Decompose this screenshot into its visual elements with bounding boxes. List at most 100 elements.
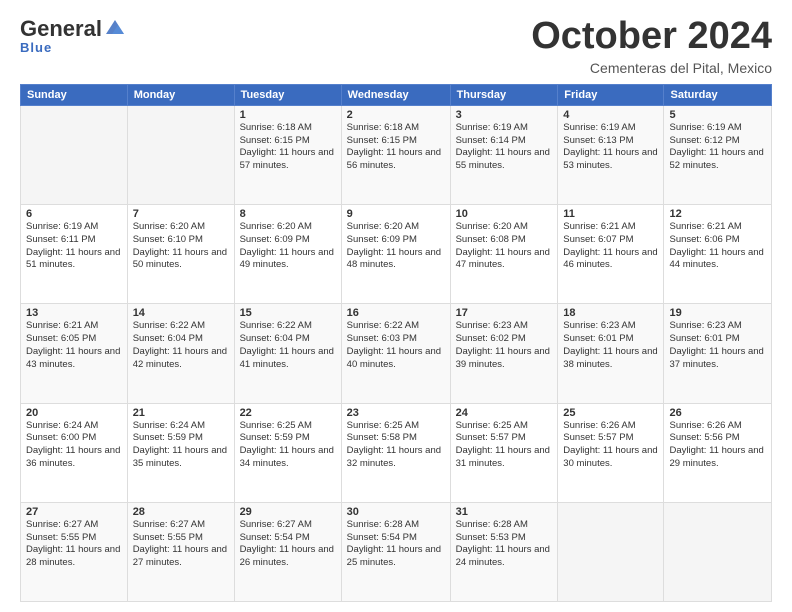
cell-info-17: Sunrise: 6:23 AM Sunset: 6:02 PM Dayligh…: [456, 320, 553, 371]
cell-5-6: [558, 502, 664, 601]
cell-2-3: 8Sunrise: 6:20 AM Sunset: 6:09 PM Daylig…: [234, 205, 341, 304]
cell-info-19: Sunrise: 6:23 AM Sunset: 6:01 PM Dayligh…: [669, 320, 766, 371]
day-number-4: 4: [563, 109, 658, 121]
day-number-22: 22: [240, 407, 336, 419]
day-number-24: 24: [456, 407, 553, 419]
cell-info-21: Sunrise: 6:24 AM Sunset: 5:59 PM Dayligh…: [133, 420, 229, 471]
day-number-18: 18: [563, 307, 658, 319]
cell-info-20: Sunrise: 6:24 AM Sunset: 6:00 PM Dayligh…: [26, 420, 122, 471]
day-number-2: 2: [347, 109, 445, 121]
calendar: Sunday Monday Tuesday Wednesday Thursday…: [20, 84, 772, 602]
cell-3-2: 14Sunrise: 6:22 AM Sunset: 6:04 PM Dayli…: [127, 304, 234, 403]
cell-info-7: Sunrise: 6:20 AM Sunset: 6:10 PM Dayligh…: [133, 221, 229, 272]
cell-5-2: 28Sunrise: 6:27 AM Sunset: 5:55 PM Dayli…: [127, 502, 234, 601]
cell-info-30: Sunrise: 6:28 AM Sunset: 5:54 PM Dayligh…: [347, 519, 445, 570]
day-number-23: 23: [347, 407, 445, 419]
cell-info-29: Sunrise: 6:27 AM Sunset: 5:54 PM Dayligh…: [240, 519, 336, 570]
day-number-21: 21: [133, 407, 229, 419]
day-number-6: 6: [26, 208, 122, 220]
cell-5-5: 31Sunrise: 6:28 AM Sunset: 5:53 PM Dayli…: [450, 502, 558, 601]
day-number-9: 9: [347, 208, 445, 220]
cell-2-7: 12Sunrise: 6:21 AM Sunset: 6:06 PM Dayli…: [664, 205, 772, 304]
cell-4-2: 21Sunrise: 6:24 AM Sunset: 5:59 PM Dayli…: [127, 403, 234, 502]
day-number-19: 19: [669, 307, 766, 319]
week-row-1: 1Sunrise: 6:18 AM Sunset: 6:15 PM Daylig…: [21, 105, 772, 204]
day-number-28: 28: [133, 506, 229, 518]
day-number-29: 29: [240, 506, 336, 518]
cell-4-6: 25Sunrise: 6:26 AM Sunset: 5:57 PM Dayli…: [558, 403, 664, 502]
calendar-header-row: Sunday Monday Tuesday Wednesday Thursday…: [21, 84, 772, 105]
cell-5-4: 30Sunrise: 6:28 AM Sunset: 5:54 PM Dayli…: [341, 502, 450, 601]
logo-blue: Blue: [20, 40, 52, 55]
cell-4-4: 23Sunrise: 6:25 AM Sunset: 5:58 PM Dayli…: [341, 403, 450, 502]
cell-info-26: Sunrise: 6:26 AM Sunset: 5:56 PM Dayligh…: [669, 420, 766, 471]
cell-info-10: Sunrise: 6:20 AM Sunset: 6:08 PM Dayligh…: [456, 221, 553, 272]
cell-1-2: [127, 105, 234, 204]
cell-2-2: 7Sunrise: 6:20 AM Sunset: 6:10 PM Daylig…: [127, 205, 234, 304]
cell-1-5: 3Sunrise: 6:19 AM Sunset: 6:14 PM Daylig…: [450, 105, 558, 204]
cell-info-23: Sunrise: 6:25 AM Sunset: 5:58 PM Dayligh…: [347, 420, 445, 471]
cell-5-3: 29Sunrise: 6:27 AM Sunset: 5:54 PM Dayli…: [234, 502, 341, 601]
day-number-12: 12: [669, 208, 766, 220]
logo-general: General: [20, 16, 102, 42]
day-number-16: 16: [347, 307, 445, 319]
day-number-20: 20: [26, 407, 122, 419]
cell-info-14: Sunrise: 6:22 AM Sunset: 6:04 PM Dayligh…: [133, 320, 229, 371]
cell-5-1: 27Sunrise: 6:27 AM Sunset: 5:55 PM Dayli…: [21, 502, 128, 601]
day-number-1: 1: [240, 109, 336, 121]
cell-info-27: Sunrise: 6:27 AM Sunset: 5:55 PM Dayligh…: [26, 519, 122, 570]
cell-4-7: 26Sunrise: 6:26 AM Sunset: 5:56 PM Dayli…: [664, 403, 772, 502]
header-saturday: Saturday: [664, 84, 772, 105]
day-number-8: 8: [240, 208, 336, 220]
cell-info-9: Sunrise: 6:20 AM Sunset: 6:09 PM Dayligh…: [347, 221, 445, 272]
cell-3-7: 19Sunrise: 6:23 AM Sunset: 6:01 PM Dayli…: [664, 304, 772, 403]
header-tuesday: Tuesday: [234, 84, 341, 105]
cell-1-1: [21, 105, 128, 204]
cell-3-3: 15Sunrise: 6:22 AM Sunset: 6:04 PM Dayli…: [234, 304, 341, 403]
day-number-7: 7: [133, 208, 229, 220]
week-row-2: 6Sunrise: 6:19 AM Sunset: 6:11 PM Daylig…: [21, 205, 772, 304]
week-row-4: 20Sunrise: 6:24 AM Sunset: 6:00 PM Dayli…: [21, 403, 772, 502]
cell-info-24: Sunrise: 6:25 AM Sunset: 5:57 PM Dayligh…: [456, 420, 553, 471]
cell-info-22: Sunrise: 6:25 AM Sunset: 5:59 PM Dayligh…: [240, 420, 336, 471]
cell-4-1: 20Sunrise: 6:24 AM Sunset: 6:00 PM Dayli…: [21, 403, 128, 502]
cell-2-1: 6Sunrise: 6:19 AM Sunset: 6:11 PM Daylig…: [21, 205, 128, 304]
header-sunday: Sunday: [21, 84, 128, 105]
header-friday: Friday: [558, 84, 664, 105]
cell-1-3: 1Sunrise: 6:18 AM Sunset: 6:15 PM Daylig…: [234, 105, 341, 204]
cell-info-3: Sunrise: 6:19 AM Sunset: 6:14 PM Dayligh…: [456, 122, 553, 173]
cell-info-1: Sunrise: 6:18 AM Sunset: 6:15 PM Dayligh…: [240, 122, 336, 173]
day-number-10: 10: [456, 208, 553, 220]
cell-5-7: [664, 502, 772, 601]
cell-info-13: Sunrise: 6:21 AM Sunset: 6:05 PM Dayligh…: [26, 320, 122, 371]
day-number-11: 11: [563, 208, 658, 220]
cell-info-2: Sunrise: 6:18 AM Sunset: 6:15 PM Dayligh…: [347, 122, 445, 173]
cell-info-28: Sunrise: 6:27 AM Sunset: 5:55 PM Dayligh…: [133, 519, 229, 570]
day-number-26: 26: [669, 407, 766, 419]
page: General Blue October 2024 Cementeras del…: [0, 0, 792, 612]
day-number-5: 5: [669, 109, 766, 121]
cell-4-5: 24Sunrise: 6:25 AM Sunset: 5:57 PM Dayli…: [450, 403, 558, 502]
month-title: October 2024: [531, 16, 772, 58]
cell-2-4: 9Sunrise: 6:20 AM Sunset: 6:09 PM Daylig…: [341, 205, 450, 304]
day-number-3: 3: [456, 109, 553, 121]
week-row-3: 13Sunrise: 6:21 AM Sunset: 6:05 PM Dayli…: [21, 304, 772, 403]
title-block: October 2024 Cementeras del Pital, Mexic…: [531, 16, 772, 76]
day-number-14: 14: [133, 307, 229, 319]
cell-info-5: Sunrise: 6:19 AM Sunset: 6:12 PM Dayligh…: [669, 122, 766, 173]
cell-info-25: Sunrise: 6:26 AM Sunset: 5:57 PM Dayligh…: [563, 420, 658, 471]
header-thursday: Thursday: [450, 84, 558, 105]
day-number-31: 31: [456, 506, 553, 518]
cell-info-12: Sunrise: 6:21 AM Sunset: 6:06 PM Dayligh…: [669, 221, 766, 272]
header: General Blue October 2024 Cementeras del…: [20, 16, 772, 76]
cell-3-6: 18Sunrise: 6:23 AM Sunset: 6:01 PM Dayli…: [558, 304, 664, 403]
cell-info-31: Sunrise: 6:28 AM Sunset: 5:53 PM Dayligh…: [456, 519, 553, 570]
cell-4-3: 22Sunrise: 6:25 AM Sunset: 5:59 PM Dayli…: [234, 403, 341, 502]
day-number-17: 17: [456, 307, 553, 319]
cell-2-6: 11Sunrise: 6:21 AM Sunset: 6:07 PM Dayli…: [558, 205, 664, 304]
cell-info-18: Sunrise: 6:23 AM Sunset: 6:01 PM Dayligh…: [563, 320, 658, 371]
day-number-25: 25: [563, 407, 658, 419]
cell-3-5: 17Sunrise: 6:23 AM Sunset: 6:02 PM Dayli…: [450, 304, 558, 403]
day-number-30: 30: [347, 506, 445, 518]
logo-icon: [104, 18, 126, 36]
